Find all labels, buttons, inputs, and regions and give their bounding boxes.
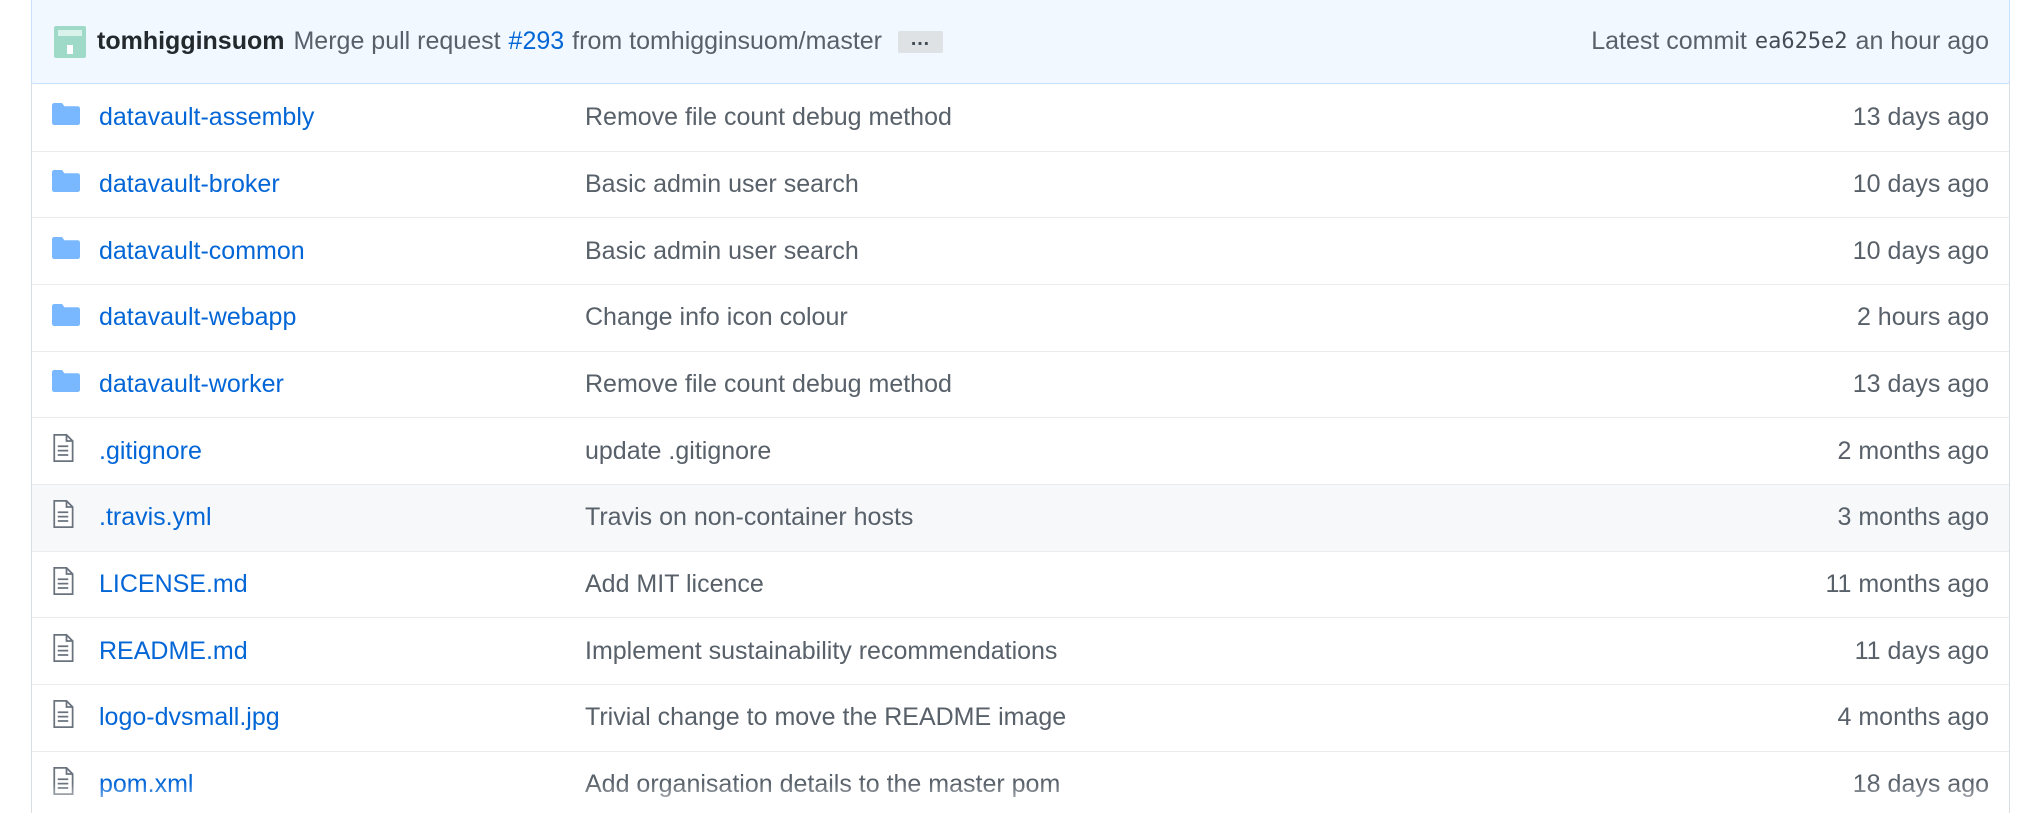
commit-message-prefix[interactable]: Merge pull request — [293, 27, 500, 56]
file-row[interactable]: .gitignore update .gitignore 2 months ago — [32, 417, 2009, 485]
pull-request-link[interactable]: #293 — [509, 27, 565, 56]
folder-icon — [52, 103, 80, 132]
file-icon — [52, 633, 74, 669]
file-row[interactable]: logo-dvsmall.jpg Trivial change to move t… — [32, 684, 2009, 752]
file-commit-message[interactable]: Basic admin user search — [584, 151, 1615, 218]
file-name-link[interactable]: datavault-webapp — [99, 303, 296, 331]
file-commit-age: 13 days ago — [1852, 369, 1989, 398]
file-row[interactable]: pom.xml Add organisation details to the m… — [32, 751, 2009, 818]
file-commit-message[interactable]: Trivial change to move the README image — [584, 685, 1615, 752]
file-row[interactable]: datavault-webapp Change info icon colour 2… — [32, 284, 2009, 351]
file-commit-message[interactable]: Add MIT licence — [584, 551, 1615, 618]
file-row[interactable]: .travis.yml Travis on non-container hosts… — [32, 484, 2009, 552]
file-commit-message[interactable]: update .gitignore — [584, 418, 1615, 485]
file-commit-message[interactable]: Change info icon colour — [584, 284, 1615, 351]
file-commit-message[interactable]: Travis on non-container hosts — [584, 484, 1615, 551]
file-commit-age: 11 months ago — [1825, 569, 1989, 598]
file-name-link[interactable]: logo-dvsmall.jpg — [99, 703, 280, 731]
latest-commit-bar: tomhigginsuom Merge pull request #293 fr… — [31, 0, 2010, 84]
file-commit-message[interactable]: Remove file count debug method — [584, 84, 1615, 151]
file-commit-message[interactable]: Remove file count debug method — [584, 351, 1615, 418]
file-row[interactable]: datavault-assembly Remove file count debu… — [32, 84, 2009, 151]
file-commit-age: 2 months ago — [1837, 436, 1990, 465]
folder-icon — [52, 303, 80, 333]
commit-message-suffix[interactable]: from tomhigginsuom/master — [572, 27, 882, 56]
file-commit-age: 4 months ago — [1837, 703, 1990, 732]
file-commit-age: 2 hours ago — [1856, 303, 1989, 332]
file-icon — [52, 500, 74, 535]
file-name-link[interactable]: LICENSE.md — [99, 570, 248, 598]
file-name-link[interactable]: datavault-assembly — [99, 103, 314, 131]
file-row[interactable]: datavault-worker Remove file count debug … — [32, 351, 2009, 418]
file-name-link[interactable]: datavault-common — [99, 237, 305, 265]
file-navigation-panel: tomhigginsuom Merge pull request #293 fr… — [31, 0, 2010, 813]
file-name-link[interactable]: README.md — [99, 637, 248, 665]
file-commit-age: 3 months ago — [1837, 503, 1990, 532]
commit-age: an hour ago — [1855, 27, 1989, 55]
file-commit-age: 10 days ago — [1852, 236, 1989, 265]
commit-author-link[interactable]: tomhigginsuom — [97, 27, 284, 56]
file-name-link[interactable]: datavault-broker — [99, 170, 280, 198]
file-row[interactable]: LICENSE.md Add MIT licence 11 months ago — [32, 551, 2009, 618]
file-list-table: datavault-assembly Remove file count debu… — [32, 84, 2009, 818]
file-icon — [52, 767, 74, 802]
file-row[interactable]: datavault-broker Basic admin user search 1… — [32, 151, 2009, 218]
file-commit-age: 11 days ago — [1854, 636, 1989, 665]
file-row[interactable]: README.md Implement sustainability recomm… — [32, 617, 2009, 685]
file-name-link[interactable]: datavault-worker — [99, 370, 284, 398]
file-icon — [52, 700, 74, 735]
folder-icon — [52, 236, 80, 266]
file-name-link[interactable]: .gitignore — [99, 437, 202, 465]
file-name-link[interactable]: .travis.yml — [99, 503, 212, 531]
expand-commit-message-button[interactable]: … — [898, 29, 943, 53]
file-commit-message[interactable]: Basic admin user search — [584, 218, 1615, 285]
latest-commit-label: Latest commit — [1591, 27, 1747, 55]
file-icon — [52, 433, 74, 469]
folder-icon — [52, 370, 80, 399]
file-row[interactable]: datavault-common Basic admin user search 1… — [32, 217, 2009, 285]
folder-icon — [52, 170, 80, 199]
file-commit-message[interactable]: Add organisation details to the master p… — [584, 751, 1615, 818]
commit-sha-link[interactable]: ea625e2 — [1755, 29, 1848, 54]
file-commit-age: 10 days ago — [1852, 169, 1989, 198]
file-commit-age: 18 days ago — [1852, 770, 1989, 799]
author-avatar[interactable] — [54, 25, 86, 58]
file-name-link[interactable]: pom.xml — [99, 770, 193, 798]
file-commit-age: 13 days ago — [1852, 102, 1989, 131]
file-icon — [52, 566, 74, 602]
file-commit-message[interactable]: Implement sustainability recommendations — [584, 618, 1615, 685]
